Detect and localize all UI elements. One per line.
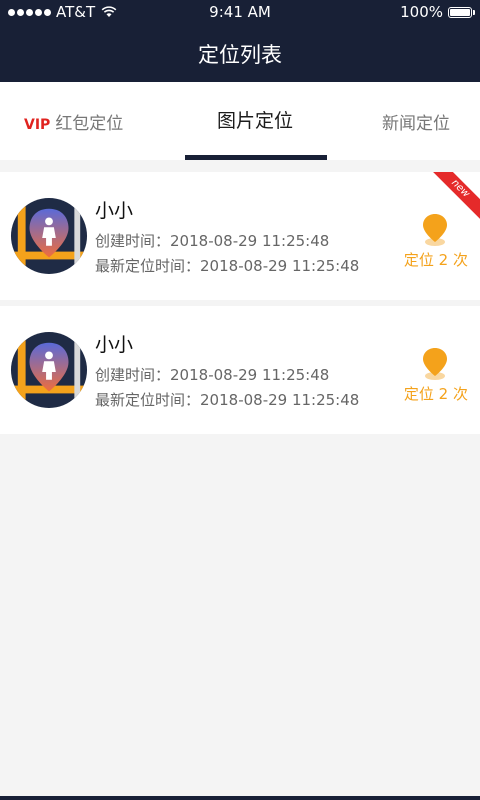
location-list-item[interactable]: 小小 创建时间：2018-08-29 11:25:48 最新定位时间：2018-… bbox=[0, 306, 480, 434]
latest-time-label: 最新定位时间： bbox=[95, 391, 201, 409]
item-name: 小小 bbox=[95, 200, 134, 222]
page-title: 定位列表 bbox=[198, 43, 282, 67]
latest-location-time: 最新定位时间：2018-08-29 11:25:48 bbox=[95, 255, 359, 276]
battery-icon bbox=[448, 6, 475, 18]
location-pin-icon bbox=[423, 348, 447, 380]
tab-bar: VIP 红包定位 图片定位 新闻定位 bbox=[0, 82, 480, 160]
created-time: 创建时间：2018-08-29 11:25:48 bbox=[95, 364, 329, 385]
location-list-item[interactable]: 小小 创建时间：2018-08-29 11:25:48 最新定位时间：2018-… bbox=[0, 172, 480, 300]
bottom-edge bbox=[0, 796, 480, 800]
location-person-avatar-icon bbox=[10, 197, 88, 275]
latest-location-time: 最新定位时间：2018-08-29 11:25:48 bbox=[95, 389, 359, 410]
status-bar: AT&T 9:41 AM 100% bbox=[0, 0, 480, 24]
location-count: 定位 2 次 bbox=[403, 385, 468, 403]
created-time: 创建时间：2018-08-29 11:25:48 bbox=[95, 230, 329, 251]
battery-fill bbox=[450, 8, 470, 16]
status-right: 100% bbox=[400, 3, 475, 21]
latest-time-label: 最新定位时间： bbox=[95, 257, 201, 275]
location-pin-icon bbox=[423, 214, 447, 246]
battery-percent: 100% bbox=[400, 3, 443, 21]
nav-bar: 定位列表 bbox=[0, 24, 480, 82]
latest-time-value: 2018-08-29 11:25:48 bbox=[200, 391, 360, 409]
created-time-label: 创建时间： bbox=[95, 232, 171, 250]
latest-time-value: 2018-08-29 11:25:48 bbox=[200, 257, 360, 275]
location-count: 定位 2 次 bbox=[403, 251, 468, 269]
active-tab-indicator bbox=[185, 155, 327, 160]
created-time-label: 创建时间： bbox=[95, 366, 171, 384]
created-time-value: 2018-08-29 11:25:48 bbox=[170, 366, 330, 384]
location-person-avatar-icon bbox=[10, 331, 88, 409]
item-name: 小小 bbox=[95, 334, 134, 356]
tab-news-location[interactable]: 新闻定位 bbox=[382, 109, 450, 134]
created-time-value: 2018-08-29 11:25:48 bbox=[170, 232, 330, 250]
